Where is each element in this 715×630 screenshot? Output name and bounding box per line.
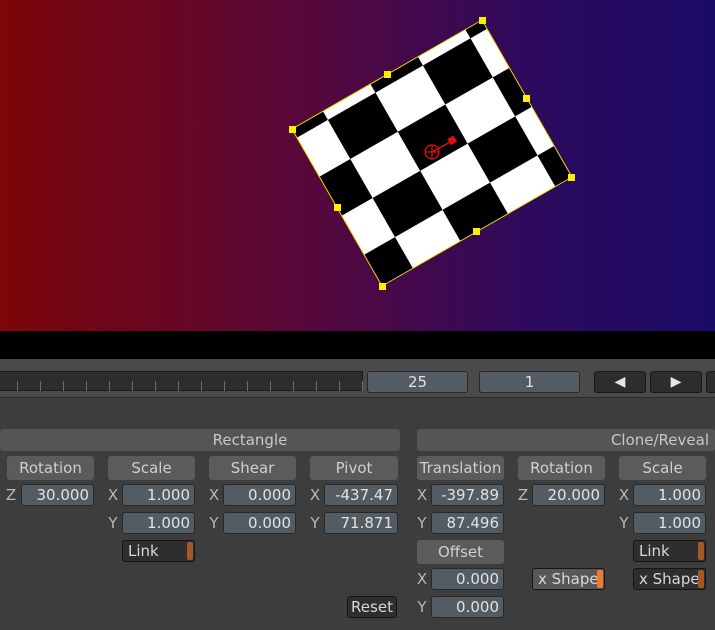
rect-rotation-header: Rotation	[7, 456, 94, 480]
rect-pivot-x-field[interactable]: -437.47	[324, 484, 398, 506]
axis-label-z: Z	[517, 486, 529, 504]
edge-handle[interactable]	[384, 71, 391, 78]
rect-rotation-z-field[interactable]: 30.000	[21, 484, 94, 506]
clone-rotation-shape-toggle[interactable]: x Shape	[532, 568, 605, 590]
corner-handle[interactable]	[568, 174, 575, 181]
ruler-tick	[201, 381, 202, 391]
toggle-indicator	[698, 542, 704, 560]
frame-field[interactable]: 25	[367, 371, 468, 393]
rect-pivot-header: Pivot	[310, 456, 398, 480]
clone-scale-shape-toggle[interactable]: x Shape	[633, 568, 706, 590]
axis-label-x: X	[416, 570, 428, 588]
clone-translation-y-field[interactable]: 87.496	[431, 512, 504, 534]
timeline-ruler[interactable]	[0, 371, 363, 391]
prev-frame-button[interactable]: ◀	[594, 371, 646, 393]
clone-translation-header: Translation	[417, 456, 504, 480]
canvas-viewport[interactable]	[0, 0, 715, 331]
rect-scale-header: Scale	[108, 456, 195, 480]
ruler-tick	[224, 381, 225, 391]
clone-scale-y-field[interactable]: 1.000	[633, 512, 706, 534]
rectangle-section-label: Rectangle	[212, 431, 288, 449]
toggle-indicator	[597, 570, 603, 588]
corner-handle[interactable]	[479, 17, 486, 24]
axis-label-y: Y	[108, 514, 118, 532]
end-frame-button[interactable]	[706, 371, 715, 393]
axis-label-x: X	[107, 486, 119, 504]
corner-handle[interactable]	[379, 283, 386, 290]
edge-handle[interactable]	[334, 204, 341, 211]
axis-label-x: X	[208, 486, 220, 504]
rectangle-section-header: Rectangle	[0, 429, 400, 451]
clone-section-header: Clone/Reveal	[417, 429, 715, 451]
edge-handle[interactable]	[473, 228, 480, 235]
step-field[interactable]: 1	[479, 371, 580, 393]
axis-label-y: Y	[310, 514, 320, 532]
ruler-tick	[178, 381, 179, 391]
left-triangle-icon: ◀	[614, 374, 626, 390]
ruler-tick	[109, 381, 110, 391]
axis-label-z: Z	[5, 486, 17, 504]
shape-label: x Shape	[639, 570, 700, 588]
ruler-tick	[270, 381, 271, 391]
axis-label-x: X	[309, 486, 321, 504]
ruler-tick	[40, 381, 41, 391]
edge-handle[interactable]	[523, 95, 530, 102]
ruler-tick	[86, 381, 87, 391]
corner-handle[interactable]	[289, 126, 296, 133]
clone-offset-x-field[interactable]: 0.000	[431, 568, 504, 590]
ruler-tick	[132, 381, 133, 391]
ruler-tick	[155, 381, 156, 391]
rect-pivot-y-field[interactable]: 71.871	[324, 512, 398, 534]
clone-offset-header: Offset	[417, 540, 504, 564]
timeline-bar: 25 1 ◀ ▶	[0, 359, 715, 398]
checkerboard-image	[292, 20, 572, 286]
toggle-indicator	[187, 542, 193, 560]
link-label: Link	[639, 542, 670, 560]
ruler-tick	[63, 381, 64, 391]
right-triangle-icon: ▶	[670, 374, 682, 390]
rect-shear-x-field[interactable]: 0.000	[223, 484, 296, 506]
ruler-tick	[339, 381, 340, 391]
transform-panel: Rectangle Clone/Reveal Rotation Z 30.000…	[0, 399, 715, 630]
axis-label-y: Y	[619, 514, 629, 532]
transform-overlay[interactable]	[0, 0, 715, 331]
shape-label: x Shape	[538, 570, 599, 588]
rect-shear-header: Shear	[209, 456, 296, 480]
reset-button[interactable]: Reset	[347, 596, 397, 618]
axis-label-y: Y	[209, 514, 219, 532]
rect-scale-link-toggle[interactable]: Link	[122, 540, 195, 562]
axis-label-y: Y	[417, 514, 427, 532]
clone-rotation-z-field[interactable]: 20.000	[532, 484, 605, 506]
clone-translation-x-field[interactable]: -397.89	[431, 484, 504, 506]
clone-scale-link-toggle[interactable]: Link	[633, 540, 706, 562]
ruler-tick	[362, 381, 363, 391]
ruler-tick	[247, 381, 248, 391]
axis-label-x: X	[618, 486, 630, 504]
next-frame-button[interactable]: ▶	[650, 371, 702, 393]
ruler-tick	[293, 381, 294, 391]
clone-scale-header: Scale	[619, 456, 706, 480]
clone-section-label: Clone/Reveal	[610, 431, 709, 449]
rect-scale-y-field[interactable]: 1.000	[122, 512, 195, 534]
rect-shear-y-field[interactable]: 0.000	[223, 512, 296, 534]
axis-label-x: X	[416, 486, 428, 504]
clone-offset-y-field[interactable]: 0.000	[431, 596, 504, 618]
clone-rotation-header: Rotation	[518, 456, 605, 480]
link-label: Link	[128, 542, 159, 560]
rect-scale-x-field[interactable]: 1.000	[122, 484, 195, 506]
viewport-footer-band	[0, 331, 715, 359]
axis-label-y: Y	[417, 598, 427, 616]
clone-scale-x-field[interactable]: 1.000	[633, 484, 706, 506]
ruler-tick	[316, 381, 317, 391]
toggle-indicator	[698, 570, 704, 588]
ruler-tick	[17, 381, 18, 391]
